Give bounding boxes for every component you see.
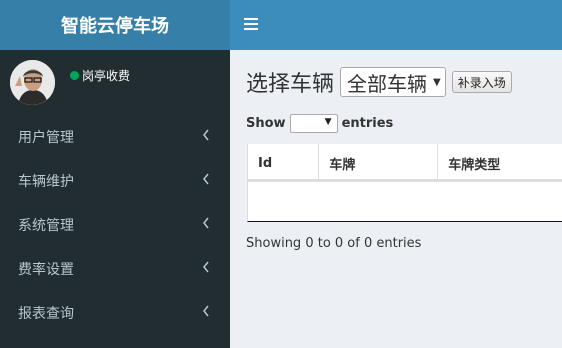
page-title: 选择车辆 (246, 72, 335, 97)
sidebar-item-vehicle-maintenance[interactable]: 车辆维护 (0, 159, 230, 203)
table-info: Showing 0 to 0 of 0 entries (246, 236, 422, 251)
sidebar: 岗亭收费 用户管理 车辆维护 系统管理 费率设置 报表查询 (0, 50, 230, 348)
entries-select[interactable]: ▼ (289, 114, 338, 133)
sidebar-item-label: 报表查询 (18, 306, 74, 322)
dropdown-arrow-icon: ▼ (324, 117, 332, 127)
page-length-control: Show ▼ entries (246, 114, 393, 133)
sidebar-item-system-management[interactable]: 系统管理 (0, 203, 230, 247)
sidebar-item-label: 费率设置 (18, 262, 74, 278)
user-panel: 岗亭收费 (0, 50, 230, 115)
sidebar-item-label: 用户管理 (18, 130, 74, 146)
show-label: Show (246, 116, 286, 131)
vehicle-type-selected: 全部车辆 (347, 71, 428, 96)
column-header-plate-type[interactable]: 车牌类型 (438, 144, 562, 182)
chevron-left-icon (203, 305, 209, 317)
sidebar-item-rate-settings[interactable]: 费率设置 (0, 247, 230, 291)
chevron-left-icon (203, 261, 209, 273)
chevron-left-icon (203, 217, 209, 229)
menu-toggle-icon[interactable] (244, 18, 258, 32)
chevron-left-icon (203, 173, 209, 185)
sidebar-item-label: 车辆维护 (18, 174, 74, 190)
top-navbar (230, 0, 562, 50)
sidebar-item-reports[interactable]: 报表查询 (0, 291, 230, 335)
user-status: 岗亭收费 (70, 67, 130, 84)
logo-text: 智能云停车场 (61, 16, 169, 37)
dropdown-arrow-icon: ▼ (433, 76, 441, 88)
table-header: Id 车牌 车牌类型 (248, 144, 562, 182)
app-logo[interactable]: 智能云停车场 (0, 0, 230, 50)
user-avatar-icon (10, 60, 55, 105)
vehicle-type-select[interactable]: 全部车辆 ▼ (340, 67, 446, 97)
sidebar-item-label: 系统管理 (18, 218, 74, 234)
column-header-id[interactable]: Id (248, 144, 320, 182)
supplement-entry-button[interactable]: 补录入场 (451, 71, 512, 93)
vehicle-filter-bar: 选择车辆 全部车辆 ▼ 补录入场 (246, 66, 512, 98)
entries-label: entries (341, 116, 394, 131)
online-status-icon (70, 71, 79, 80)
chevron-left-icon (203, 129, 209, 141)
sidebar-item-user-management[interactable]: 用户管理 (0, 115, 230, 159)
avatar (10, 60, 55, 105)
user-status-text: 岗亭收费 (82, 69, 131, 83)
vehicle-table: Id 车牌 车牌类型 (247, 144, 562, 222)
column-header-plate[interactable]: 车牌 (319, 144, 439, 182)
